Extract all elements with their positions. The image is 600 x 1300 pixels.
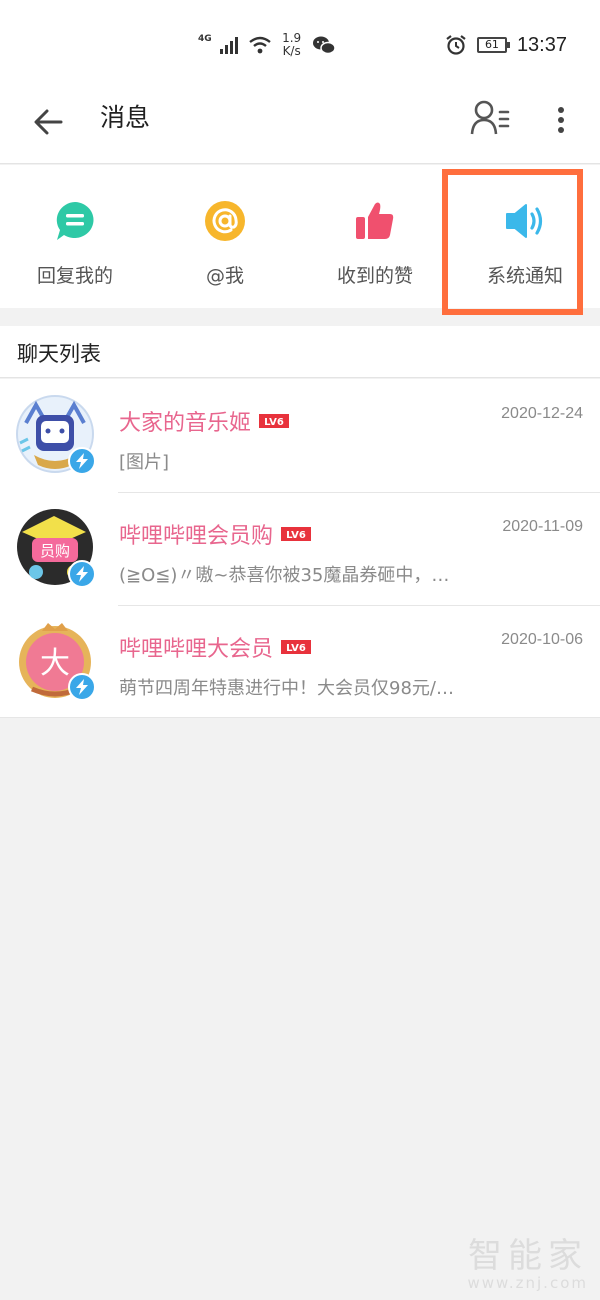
level-badge-text: LV6 (286, 643, 306, 654)
battery-icon: 61 (476, 37, 510, 53)
level-badge: LV6 (281, 527, 312, 541)
verified-badge (68, 560, 96, 588)
qa-likes[interactable]: 收到的赞 (300, 165, 450, 308)
more-vert-icon (558, 107, 564, 133)
avatar: 员购 (14, 506, 96, 588)
wechat-icon (312, 36, 336, 55)
contacts-icon (470, 100, 510, 135)
qa-system-notice[interactable]: 系统通知 (450, 165, 600, 308)
verified-badge (68, 447, 96, 475)
chat-name-text: 大家的音乐姬 (119, 411, 252, 436)
speaker-icon (506, 204, 543, 238)
chat-name-text: 哔哩哔哩大会员 (119, 637, 274, 662)
chat-preview: (≧O≦)〃嗷~恭喜你被35魔晶券砸中，… (119, 565, 450, 586)
status-bar: 4G 1.9 K/s 61 13:37 (0, 0, 600, 88)
clock: 13:37 (516, 33, 567, 56)
lightning-icon (76, 566, 88, 582)
chat-date: 2020-12-24 (501, 405, 583, 422)
network-speed: 1.9 K/s (280, 32, 304, 58)
more-button[interactable] (546, 100, 576, 140)
chat-item[interactable]: 员购 哔哩哔哩会员购 LV6 2020-11-09 (≧O≦)〃嗷~恭喜你被35魔… (0, 492, 600, 605)
watermark-url: www.znj.com (467, 1274, 588, 1292)
chat-date: 2020-11-09 (502, 518, 583, 535)
chat-list-title: 聊天列表 (17, 342, 101, 366)
vip-avatar-text: 大 (40, 646, 70, 681)
back-arrow-icon (34, 109, 63, 135)
network-speed-unit: K/s (282, 44, 301, 58)
chat-list-header: 聊天列表 (0, 326, 600, 378)
avatar: 大 (14, 619, 96, 701)
quick-actions: 回复我的 @我 收到的赞 系统通知 (0, 165, 600, 308)
lightning-icon (76, 453, 88, 469)
reply-bubble-icon (56, 202, 94, 240)
contacts-button[interactable] (468, 98, 512, 138)
lightning-icon (76, 679, 88, 695)
level-badge-text: LV6 (286, 530, 306, 541)
network-type: 4G (198, 34, 212, 44)
level-badge: LV6 (259, 414, 290, 428)
wifi-icon (248, 36, 271, 54)
watermark: 智能家 www.znj.com (467, 1238, 588, 1292)
status-left: 4G 1.9 K/s (198, 30, 336, 60)
qa-reply-label: 回复我的 (36, 265, 113, 287)
chat-item[interactable]: 大家的音乐姬 LV6 2020-12-24 [图片] (0, 379, 600, 492)
status-right: 61 13:37 (445, 30, 567, 60)
chat-preview: 萌节四周年特惠进行中！大会员仅98元/… (119, 678, 454, 699)
qa-mention-label: @我 (205, 265, 244, 287)
app-bar: 消息 (0, 88, 600, 164)
chat-date: 2020-10-06 (501, 631, 583, 648)
level-badge-text: LV6 (264, 417, 284, 428)
chat-name: 哔哩哔哩大会员 LV6 (119, 631, 312, 663)
chat-name: 哔哩哔哩会员购 LV6 (119, 518, 312, 550)
page-title: 消息 (100, 103, 151, 132)
back-button[interactable] (28, 102, 68, 142)
alarm-icon (446, 35, 466, 55)
level-badge: LV6 (281, 640, 312, 654)
at-icon (205, 201, 245, 241)
qa-reply[interactable]: 回复我的 (0, 165, 150, 308)
chat-name-text: 哔哩哔哩会员购 (119, 524, 274, 549)
verified-badge (68, 673, 96, 701)
chat-item[interactable]: 大 哔哩哔哩大会员 LV6 2020-10-06 萌节四周年特惠进行中！大会员仅9… (0, 605, 600, 718)
thumbs-up-icon (356, 202, 394, 239)
chat-list: 大家的音乐姬 LV6 2020-12-24 [图片] 员购 哔哩哔哩会员购 LV6 … (0, 379, 600, 718)
chat-preview: [图片] (119, 452, 170, 473)
watermark-brand: 智能家 (468, 1236, 588, 1276)
qa-likes-label: 收到的赞 (336, 265, 413, 287)
avatar (14, 393, 96, 475)
qa-mention[interactable]: @我 (150, 165, 300, 308)
qa-system-notice-label: 系统通知 (486, 265, 563, 287)
shop-avatar-text: 员购 (40, 542, 70, 560)
signal-icon (219, 37, 238, 54)
chat-name: 大家的音乐姬 LV6 (119, 405, 290, 437)
